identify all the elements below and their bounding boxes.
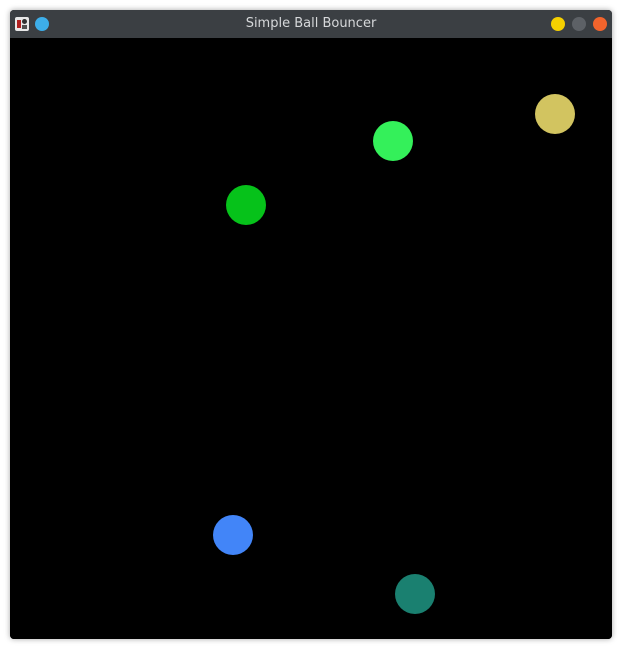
ball-yellow — [535, 94, 575, 134]
minimize-button[interactable] — [551, 17, 565, 31]
maximize-button[interactable] — [572, 17, 586, 31]
close-button[interactable] — [593, 17, 607, 31]
ball-canvas — [10, 38, 612, 639]
ball-light-green — [373, 121, 413, 161]
ball-blue — [213, 515, 253, 555]
java-app-icon[interactable] — [15, 17, 29, 31]
ball-teal — [395, 574, 435, 614]
app-window: Simple Ball Bouncer — [10, 10, 612, 639]
ball-green — [226, 185, 266, 225]
window-title: Simple Ball Bouncer — [245, 16, 377, 31]
title-bar[interactable]: Simple Ball Bouncer — [10, 10, 612, 38]
window-menu-dot-icon[interactable] — [35, 17, 49, 31]
